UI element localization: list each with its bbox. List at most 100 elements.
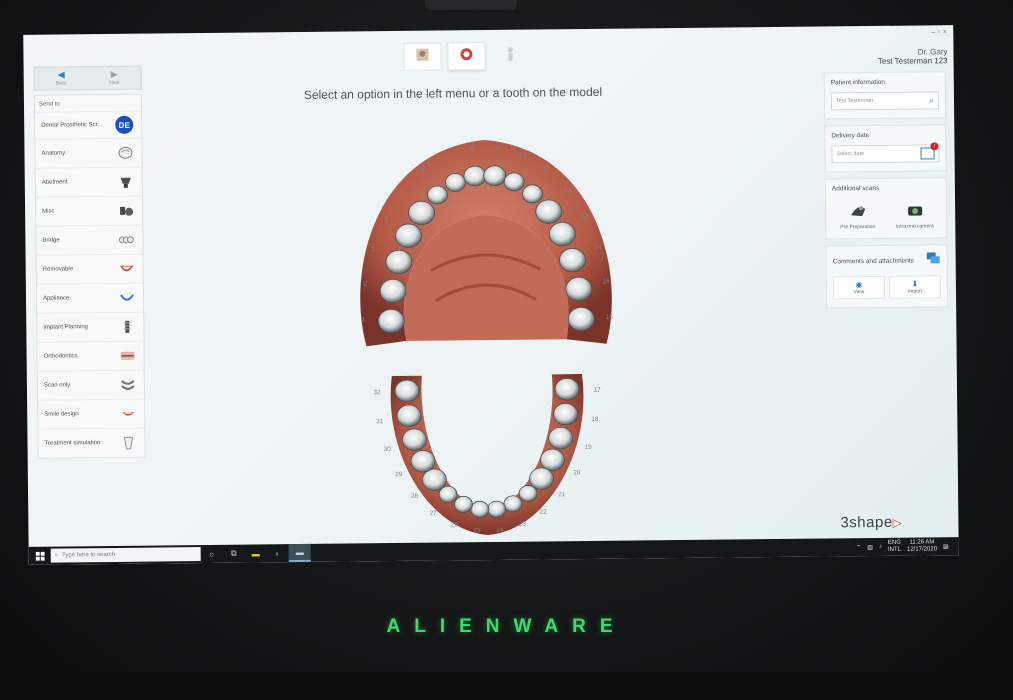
tab-patient[interactable] <box>403 42 442 71</box>
tooth-number-22[interactable]: 22 <box>540 509 548 516</box>
tooth-32[interactable] <box>394 379 420 403</box>
tooth-30[interactable] <box>402 428 427 451</box>
tooth-number-12[interactable]: 12 <box>564 187 572 194</box>
patient-search-field[interactable]: Test Testerman ⌕ <box>830 91 940 111</box>
tooth-16[interactable] <box>567 306 595 332</box>
delivery-date-field[interactable]: Select date ! <box>831 142 940 164</box>
menu-item-appliance[interactable]: Appliance <box>36 282 144 313</box>
menu-item-implant-planning[interactable]: Implant Planning <box>37 311 144 342</box>
tooth-number-29[interactable]: 29 <box>395 471 403 478</box>
tooth-9[interactable] <box>483 165 507 187</box>
tooth-6[interactable] <box>427 185 448 205</box>
tooth-number-1[interactable]: 1 <box>361 316 365 323</box>
tooth-number-7[interactable]: 7 <box>445 153 449 160</box>
menu-item-anatomy[interactable]: Anatomy <box>35 137 142 168</box>
tooth-number-23[interactable]: 23 <box>519 521 527 528</box>
tooth-29[interactable] <box>410 450 436 473</box>
tooth-number-21[interactable]: 21 <box>558 491 566 498</box>
tooth-1[interactable] <box>377 308 405 334</box>
tooth-number-24[interactable]: 24 <box>496 527 504 534</box>
tooth-8[interactable] <box>463 165 487 187</box>
cortana-icon[interactable]: ○ <box>201 545 223 563</box>
menu-item-abutment[interactable]: Abutment <box>35 166 142 197</box>
tooth-28[interactable] <box>422 468 447 492</box>
tooth-23[interactable] <box>503 495 523 513</box>
tooth-number-15[interactable]: 15 <box>603 278 611 285</box>
tooth-number-19[interactable]: 19 <box>584 444 592 451</box>
tooth-15[interactable] <box>565 276 593 302</box>
tooth-number-18[interactable]: 18 <box>591 416 599 423</box>
menu-item-scan-only[interactable]: Scan only <box>37 369 145 400</box>
tooth-number-17[interactable]: 17 <box>593 387 601 394</box>
tooth-7[interactable] <box>445 173 466 192</box>
tooth-19[interactable] <box>548 426 574 450</box>
tooth-number-5[interactable]: 5 <box>401 189 405 196</box>
taskbar-search[interactable]: ⌕ Type here to search <box>50 547 201 563</box>
tooth-number-30[interactable]: 30 <box>383 446 391 453</box>
tooth-number-9[interactable]: 9 <box>496 145 500 152</box>
menu-item-removable[interactable]: Removable <box>36 253 143 284</box>
edge-browser-icon[interactable]: ◐ <box>267 544 289 562</box>
tooth-11[interactable] <box>522 184 543 204</box>
tooth-number-13[interactable]: 13 <box>581 213 589 220</box>
tooth-number-3[interactable]: 3 <box>371 247 375 254</box>
tooth-22[interactable] <box>518 485 538 503</box>
tooth-31[interactable] <box>396 404 422 427</box>
windows-start-button[interactable] <box>29 547 51 565</box>
menu-item-misc[interactable]: Misc <box>35 195 143 226</box>
window-controls[interactable]: – ▫ × <box>931 27 947 36</box>
language-indicator[interactable]: ENG INTL <box>888 540 901 554</box>
tooth-number-26[interactable]: 26 <box>451 521 459 528</box>
tooth-18[interactable] <box>553 402 578 426</box>
tooth-14[interactable] <box>559 248 586 273</box>
tooth-number-31[interactable]: 31 <box>376 418 384 425</box>
view-button[interactable]: ◉ View <box>832 275 886 300</box>
tooth-number-20[interactable]: 20 <box>573 469 581 476</box>
task-view-icon[interactable]: ⧉ <box>223 545 245 563</box>
search-icon[interactable]: ⌕ <box>929 95 934 106</box>
tooth-2[interactable] <box>379 278 407 304</box>
tooth-number-32[interactable]: 32 <box>373 389 381 396</box>
network-icon[interactable]: ▥ <box>867 544 873 551</box>
tooth-number-11[interactable]: 11 <box>543 166 550 173</box>
tooth-number-16[interactable]: 16 <box>606 314 614 321</box>
comments-icon[interactable] <box>926 251 941 269</box>
back-button[interactable]: ◀ Back <box>35 67 88 90</box>
tooth-24[interactable] <box>487 500 507 518</box>
dental-lab-item[interactable]: Dental Prosthetic Scr... DE <box>35 110 142 139</box>
chevron-up-icon[interactable]: ⌃ <box>856 544 861 551</box>
tab-patient-model[interactable] <box>491 42 529 70</box>
tooth-number-27[interactable]: 27 <box>430 510 438 517</box>
tooth-number-14[interactable]: 14 <box>594 244 602 251</box>
tooth-13[interactable] <box>548 221 576 247</box>
tooth-5[interactable] <box>408 200 435 226</box>
volume-icon[interactable]: ♪ <box>879 544 882 550</box>
notification-icon[interactable]: ▤ <box>943 543 949 550</box>
tooth-number-2[interactable]: 2 <box>364 281 368 288</box>
tab-teeth[interactable] <box>447 42 486 71</box>
tooth-20[interactable] <box>540 448 565 472</box>
tooth-number-10[interactable]: 10 <box>519 152 527 159</box>
menu-item-bridge[interactable]: Bridge <box>36 224 143 255</box>
tooth-12[interactable] <box>535 199 563 224</box>
menu-item-treatment-simulation[interactable]: Treatment simulation <box>38 427 145 458</box>
import-button[interactable]: ⬇ Import <box>888 275 942 299</box>
tooth-number-6[interactable]: 6 <box>421 168 425 175</box>
tooth-number-28[interactable]: 28 <box>411 493 419 500</box>
menu-item-smile-design[interactable]: Smile design <box>38 398 145 429</box>
3shape-app-icon[interactable]: ▬ <box>288 543 311 563</box>
calendar-icon[interactable]: ! <box>920 142 939 160</box>
clock[interactable]: 11:26 AM 12/17/2020 <box>907 539 937 553</box>
tooth-number-4[interactable]: 4 <box>384 216 388 223</box>
tooth-25[interactable] <box>470 500 490 518</box>
file-explorer-icon[interactable]: ▬ <box>245 544 267 562</box>
tooth-17[interactable] <box>554 378 580 401</box>
tooth-26[interactable] <box>454 495 473 513</box>
tooth-10[interactable] <box>503 172 525 192</box>
tooth-number-25[interactable]: 25 <box>473 527 481 534</box>
next-button[interactable]: ▶ Next <box>88 67 141 90</box>
tooth-3[interactable] <box>385 249 413 275</box>
menu-item-orthodontics[interactable]: Orthodontics <box>37 340 144 371</box>
tooth-number-8[interactable]: 8 <box>470 145 474 152</box>
pre-preparation-button[interactable]: Pre Preparation <box>832 198 883 231</box>
